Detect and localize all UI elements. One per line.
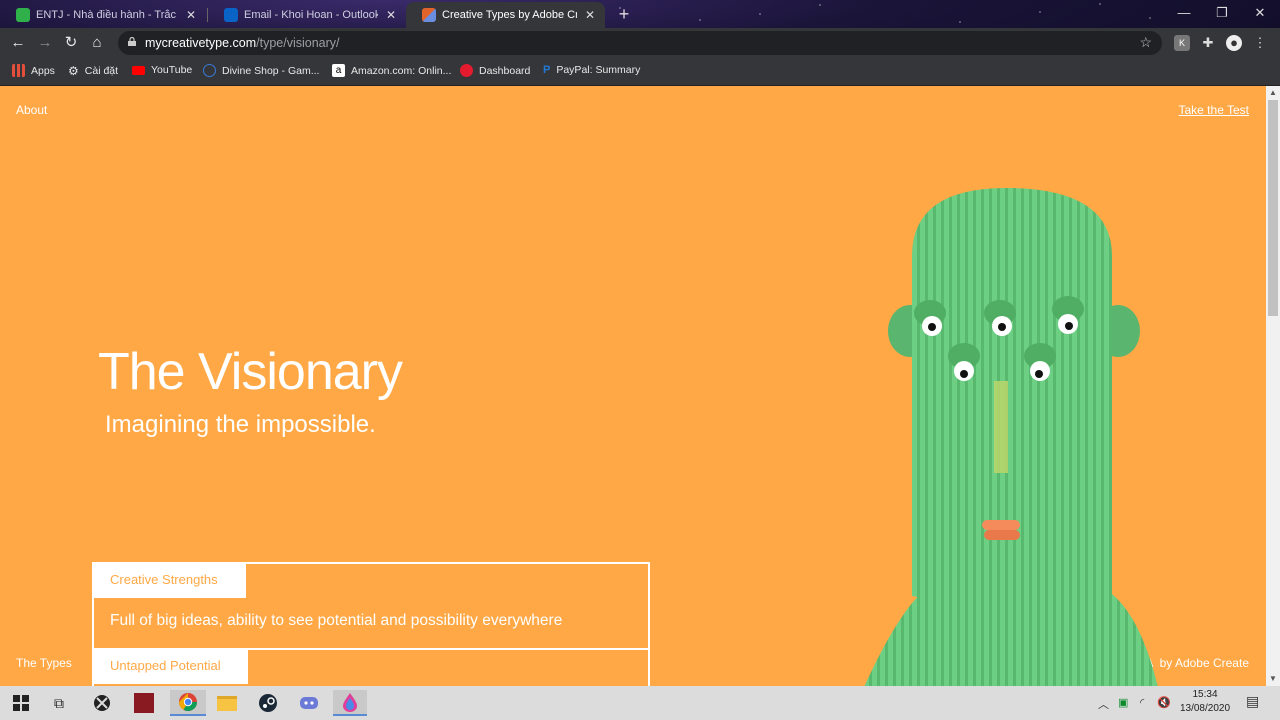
bookmark-divine-shop[interactable]: Divine Shop - Gam... xyxy=(203,64,319,77)
lock-icon xyxy=(128,37,136,46)
tab-title: Creative Types by Adobe Create xyxy=(442,9,577,21)
minimize-icon[interactable]: — xyxy=(1164,0,1204,28)
restore-icon[interactable]: ❐ xyxy=(1202,0,1242,28)
tray-network-status-icon[interactable]: ▣ xyxy=(1118,696,1128,709)
tab-entj[interactable]: ENTJ - Nhà điều hành - Trắc nghiệm ✕ xyxy=(0,2,206,28)
tab-title: Email - Khoi Hoan - Outlook xyxy=(244,9,378,21)
chrome-taskbar-icon[interactable] xyxy=(170,690,206,716)
file-explorer-icon[interactable] xyxy=(214,690,240,716)
menu-kebab-icon[interactable]: ⋮ xyxy=(1252,35,1268,51)
clock-time: 15:34 xyxy=(1192,689,1218,700)
page-scrollbar[interactable]: ▲ ▼ xyxy=(1266,86,1280,686)
page-subtitle: Imagining the impossible. xyxy=(105,411,376,438)
untapped-potential-label: Untapped Potential xyxy=(92,648,248,684)
untapped-potential-card: Untapped Potential xyxy=(92,648,650,686)
address-bar[interactable]: mycreativetype.com/type/visionary/ ☆ xyxy=(118,31,1162,55)
system-clock[interactable]: 15:34 13/08/2020 xyxy=(1168,688,1242,716)
forward-icon[interactable]: → xyxy=(35,33,55,53)
url-text: mycreativetype.com/type/visionary/ xyxy=(145,36,340,50)
bookmark-settings[interactable]: ⚙ Cài đặt xyxy=(68,64,118,78)
scroll-down-icon[interactable]: ▼ xyxy=(1269,674,1277,683)
paint-app-icon[interactable] xyxy=(333,690,367,716)
close-window-icon[interactable]: ✕ xyxy=(1240,0,1280,28)
tab-strip: ENTJ - Nhà điều hành - Trắc nghiệm ✕ Ema… xyxy=(0,0,1280,28)
creative-strengths-label: Creative Strengths xyxy=(92,562,246,598)
tab-outlook[interactable]: Email - Khoi Hoan - Outlook ✕ xyxy=(208,2,406,28)
bookmarks-bar: Apps ⚙ Cài đặt YouTube Divine Shop - Gam… xyxy=(0,58,1280,86)
divine-shop-icon xyxy=(203,64,216,77)
close-tab-icon[interactable]: ✕ xyxy=(184,8,198,22)
tab-title: ENTJ - Nhà điều hành - Trắc nghiệm xyxy=(36,9,178,21)
apps-grid-icon xyxy=(12,64,25,77)
the-types-link[interactable]: The Types xyxy=(16,656,72,670)
outlook-favicon-icon xyxy=(224,8,238,22)
adobe-create-text: by Adobe Create xyxy=(1159,656,1249,670)
scrollbar-thumb[interactable] xyxy=(1268,100,1278,316)
xbox-icon[interactable] xyxy=(89,690,115,716)
entj-favicon-icon xyxy=(16,8,30,22)
nav-about-link[interactable]: About xyxy=(16,103,47,117)
task-view-icon[interactable]: ⧉ xyxy=(46,690,72,716)
browser-chrome: ENTJ - Nhà điều hành - Trắc nghiệm ✕ Ema… xyxy=(0,0,1280,86)
extensions-puzzle-icon[interactable]: ✚ xyxy=(1200,35,1216,51)
windows-start-icon[interactable] xyxy=(8,690,34,716)
creative-types-favicon-icon xyxy=(422,8,436,22)
reload-icon[interactable]: ↻ xyxy=(61,33,81,53)
bookmark-apps[interactable]: Apps xyxy=(12,64,55,77)
page-content: About Take the Test The Visionary Imagin… xyxy=(0,86,1266,686)
dashboard-icon xyxy=(460,64,473,77)
close-tab-icon[interactable]: ✕ xyxy=(583,8,597,22)
tab-creative-types[interactable]: Creative Types by Adobe Create ✕ xyxy=(406,2,605,28)
take-the-test-link[interactable]: Take the Test xyxy=(1179,103,1250,117)
browser-toolbar: ← → ↻ ⌂ mycreativetype.com/type/visionar… xyxy=(0,28,1280,58)
new-tab-button[interactable]: + xyxy=(614,4,634,24)
windows-taskbar: ⧉ ︿ ▣ ◜ 🔇 15:34 13/08/2020 ▤ xyxy=(0,686,1280,720)
discord-icon[interactable] xyxy=(296,690,322,716)
scroll-up-icon[interactable]: ▲ xyxy=(1269,88,1277,97)
page-title: The Visionary xyxy=(98,343,403,401)
steam-icon[interactable] xyxy=(255,690,281,716)
profile-avatar[interactable]: ● xyxy=(1226,35,1242,51)
wifi-icon[interactable]: ◜ xyxy=(1140,696,1144,709)
youtube-icon xyxy=(132,65,145,75)
game-app-icon[interactable] xyxy=(131,690,157,716)
bookmark-amazon[interactable]: a Amazon.com: Onlin... xyxy=(332,64,451,77)
paypal-icon: P xyxy=(543,64,551,76)
back-icon[interactable]: ← xyxy=(8,33,28,53)
close-tab-icon[interactable]: ✕ xyxy=(384,8,398,22)
home-icon[interactable]: ⌂ xyxy=(87,33,107,53)
notifications-icon[interactable]: ▤ xyxy=(1246,693,1259,710)
visionary-character-illustration xyxy=(864,187,1158,686)
bookmark-youtube[interactable]: YouTube xyxy=(132,64,192,76)
creative-strengths-card: Creative Strengths Full of big ideas, ab… xyxy=(92,562,650,650)
clock-date: 13/08/2020 xyxy=(1179,703,1231,714)
amazon-icon: a xyxy=(332,64,345,77)
extension-k-icon[interactable]: K xyxy=(1174,35,1190,51)
tray-overflow-icon[interactable]: ︿ xyxy=(1098,696,1109,712)
bookmark-star-icon[interactable]: ☆ xyxy=(1139,34,1152,51)
bookmark-dashboard[interactable]: Dashboard xyxy=(460,64,530,77)
adobe-create-link[interactable]: A by Adobe Create xyxy=(1145,656,1249,670)
bookmark-paypal[interactable]: P PayPal: Summary xyxy=(543,64,640,76)
creative-strengths-text: Full of big ideas, ability to see potent… xyxy=(110,612,563,629)
gear-icon: ⚙ xyxy=(68,64,79,78)
